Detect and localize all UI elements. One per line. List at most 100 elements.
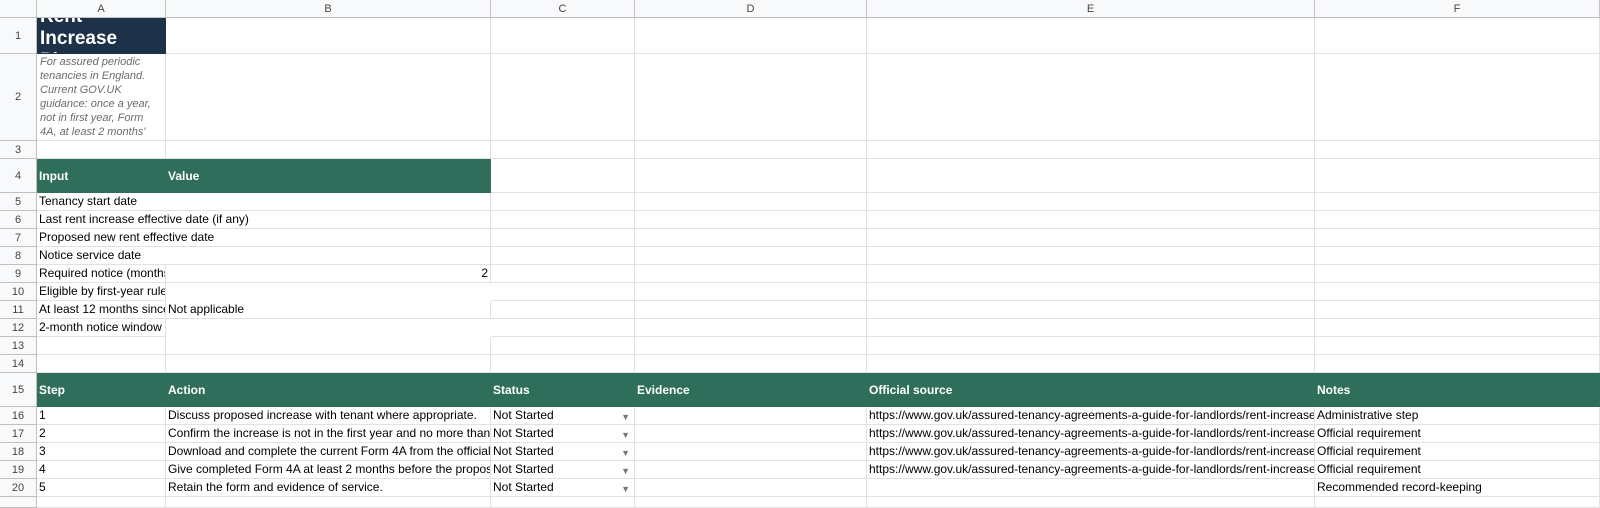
empty-cell[interactable] [635,141,867,159]
empty-cell[interactable] [491,337,635,355]
empty-cell[interactable] [1315,265,1600,283]
empty-cell[interactable] [166,141,491,159]
empty-cell[interactable] [37,141,166,159]
step-evidence[interactable] [635,443,867,461]
empty-cell[interactable] [37,497,166,508]
row-header-partial[interactable] [0,497,37,508]
empty-cell[interactable] [635,337,867,355]
empty-cell[interactable] [867,159,1315,193]
input-label[interactable]: Notice service date [37,247,491,265]
step-action[interactable]: Retain the form and evidence of service. [166,479,491,497]
column-header-D[interactable]: D [635,0,867,18]
empty-cell[interactable] [635,283,867,301]
step-action[interactable]: Discuss proposed increase with tenant wh… [166,407,491,425]
column-header-E[interactable]: E [867,0,1315,18]
column-header-B[interactable]: B [166,0,491,18]
row-header-1[interactable]: 1 [0,18,37,54]
empty-cell[interactable] [166,355,491,373]
chevron-down-icon[interactable]: ▼ [621,484,632,494]
empty-cell[interactable] [1315,18,1600,54]
input-label[interactable]: Required notice (months) [37,265,166,283]
empty-cell[interactable] [491,283,635,301]
step-number[interactable]: 5 [37,479,166,497]
row-header-7[interactable]: 7 [0,229,37,247]
row-header-2[interactable]: 2 [0,54,37,141]
empty-cell[interactable] [1315,54,1600,141]
empty-cell[interactable] [1315,141,1600,159]
row-header-20[interactable]: 20 [0,479,37,497]
steps-header-action[interactable]: Action [166,373,491,407]
sheet-subtitle[interactable]: For assured periodic tenancies in Englan… [37,54,166,141]
step-number[interactable]: 3 [37,443,166,461]
empty-cell[interactable] [635,247,867,265]
step-number[interactable]: 2 [37,425,166,443]
empty-cell[interactable] [635,211,867,229]
empty-cell[interactable] [867,229,1315,247]
step-source[interactable]: https://www.gov.uk/assured-tenancy-agree… [867,443,1315,461]
input-value[interactable]: Not applicable [166,301,491,319]
empty-cell[interactable] [1315,319,1600,337]
empty-cell[interactable] [491,247,635,265]
row-header-19[interactable]: 19 [0,461,37,479]
empty-cell[interactable] [867,247,1315,265]
empty-cell[interactable] [491,319,635,337]
step-source[interactable]: https://www.gov.uk/assured-tenancy-agree… [867,461,1315,479]
empty-cell[interactable] [635,193,867,211]
empty-cell[interactable] [867,355,1315,373]
empty-cell[interactable] [491,265,635,283]
status-dropdown[interactable]: Not Started ▼ [491,479,635,497]
row-header-18[interactable]: 18 [0,443,37,461]
step-notes[interactable]: Official requirement [1315,461,1600,479]
empty-cell[interactable] [37,355,166,373]
step-notes[interactable]: Official requirement [1315,443,1600,461]
empty-cell[interactable] [867,54,1315,141]
row-header-16[interactable]: 16 [0,407,37,425]
empty-cell[interactable] [491,211,635,229]
input-label[interactable]: Tenancy start date [37,193,491,211]
select-all-corner[interactable] [0,0,37,18]
empty-cell[interactable] [166,497,491,508]
empty-cell[interactable] [491,18,635,54]
empty-cell[interactable] [491,301,635,319]
empty-cell[interactable] [635,54,867,141]
empty-cell[interactable] [867,319,1315,337]
empty-cell[interactable] [1315,247,1600,265]
input-value[interactable]: 2 [166,265,491,283]
empty-cell[interactable] [1315,211,1600,229]
empty-cell[interactable] [635,497,867,508]
input-label[interactable]: Proposed new rent effective date [37,229,491,247]
empty-cell[interactable] [491,355,635,373]
steps-header-step[interactable]: Step [37,373,166,407]
empty-cell[interactable] [1315,301,1600,319]
steps-header-source[interactable]: Official source [867,373,1315,407]
chevron-down-icon[interactable]: ▼ [621,412,632,422]
empty-cell[interactable] [491,141,635,159]
row-header-9[interactable]: 9 [0,265,37,283]
steps-header-evidence[interactable]: Evidence [635,373,867,407]
empty-cell[interactable] [166,18,491,54]
steps-header-status[interactable]: Status [491,373,635,407]
step-evidence[interactable] [635,425,867,443]
step-source[interactable]: https://www.gov.uk/assured-tenancy-agree… [867,407,1315,425]
step-evidence[interactable] [635,461,867,479]
empty-cell[interactable] [635,319,867,337]
empty-cell[interactable] [37,337,166,355]
empty-cell[interactable] [635,159,867,193]
row-header-6[interactable]: 6 [0,211,37,229]
status-dropdown[interactable]: Not Started ▼ [491,407,635,425]
row-header-15[interactable]: 15 [0,373,37,407]
step-number[interactable]: 4 [37,461,166,479]
empty-cell[interactable] [635,355,867,373]
step-action[interactable]: Give completed Form 4A at least 2 months… [166,461,491,479]
empty-cell[interactable] [1315,159,1600,193]
row-header-8[interactable]: 8 [0,247,37,265]
empty-cell[interactable] [635,265,867,283]
empty-cell[interactable] [1315,229,1600,247]
row-header-3[interactable]: 3 [0,141,37,159]
empty-cell[interactable] [867,497,1315,508]
input-label[interactable]: Eligible by first-year rule [37,283,166,301]
step-action[interactable]: Download and complete the current Form 4… [166,443,491,461]
row-header-5[interactable]: 5 [0,193,37,211]
step-notes[interactable]: Administrative step [1315,407,1600,425]
input-header[interactable]: Input [37,159,166,193]
